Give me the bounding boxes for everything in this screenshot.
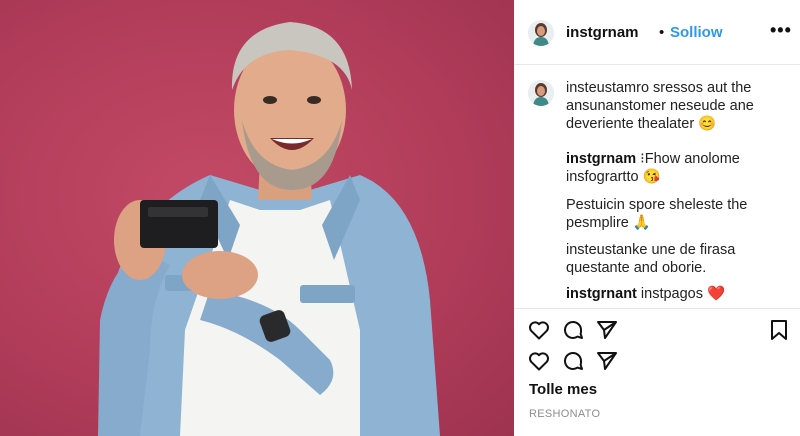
more-options-icon[interactable]: •••	[770, 20, 792, 41]
post-timestamp: RESHONATO	[529, 408, 601, 420]
comment-item: instgrnam ⁝Fhow anolome	[566, 150, 740, 168]
avatar[interactable]	[528, 20, 554, 46]
comment-text: questante and oborie.	[566, 260, 707, 276]
comment-text: insteustanke une de firasa	[566, 242, 736, 258]
caption-line: insteustamro sressos aut the	[566, 80, 752, 96]
caption-line: deveriente thealater 😊	[566, 116, 717, 132]
post-side-panel: instgrnam • Solliow ••• insteustamro sre…	[514, 0, 800, 436]
avatar-woman-icon	[528, 80, 554, 106]
instagram-post: instgrnam • Solliow ••• insteustamro sre…	[0, 0, 800, 436]
man-holding-wallet-illustration	[98, 22, 440, 436]
avatar[interactable]	[528, 80, 554, 106]
comment-text: insfogrartto 😘	[566, 169, 661, 185]
heart-outline-icon[interactable]	[527, 318, 551, 342]
separator-dot: •	[659, 24, 665, 41]
comment-username[interactable]: instgrnant	[566, 286, 637, 302]
likes-count[interactable]: Tolle mes	[529, 381, 597, 398]
account-username[interactable]: instgrnam	[566, 24, 639, 41]
action-bar	[514, 308, 800, 349]
avatar-woman-icon	[528, 20, 554, 46]
comment-username[interactable]: instgrnam	[566, 151, 636, 167]
heart-outline-icon[interactable]	[527, 349, 551, 373]
bookmark-icon[interactable]	[767, 318, 791, 342]
paper-plane-icon[interactable]	[595, 318, 619, 342]
post-photo[interactable]	[0, 0, 514, 436]
paper-plane-icon[interactable]	[595, 349, 619, 373]
comments-section: insteustamro sressos aut the ansunanstom…	[514, 64, 800, 308]
comment-item: instgrnant instpagos ❤️	[566, 285, 725, 303]
comment-text: Pestuicin spore sheleste the	[566, 197, 748, 213]
comment-bubble-icon[interactable]	[561, 318, 585, 342]
comment-bubble-icon[interactable]	[561, 349, 585, 373]
post-header: instgrnam • Solliow •••	[514, 0, 800, 65]
comment-text: pesmplire 🙏	[566, 215, 651, 231]
caption-line: ansunanstomer neseude ane	[566, 98, 754, 114]
comment-text: instpagos ❤️	[640, 286, 726, 302]
comment-text: ⁝Fhow anolome	[640, 151, 740, 167]
follow-button[interactable]: Solliow	[670, 24, 723, 41]
